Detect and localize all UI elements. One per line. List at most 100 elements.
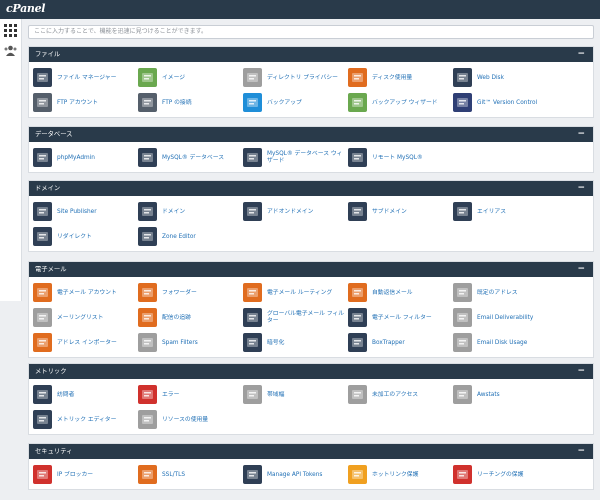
tool-label: アドレス インポーター (57, 339, 117, 346)
email-routing-icon (243, 283, 262, 302)
collapse-icon[interactable]: − (577, 364, 585, 379)
tool-link[interactable]: Git™ Version Control (453, 92, 557, 114)
collapse-icon[interactable]: − (577, 127, 585, 142)
tool-link[interactable]: ドメイン (138, 201, 242, 223)
tool-link[interactable]: phpMyAdmin (33, 147, 137, 169)
tool-link[interactable]: 帯域幅 (243, 384, 347, 406)
hotlink-protection-icon (348, 465, 367, 484)
metrics-editor-icon (33, 410, 52, 429)
apps-grid-icon[interactable] (4, 24, 17, 37)
tool-link[interactable]: ディスク使用量 (348, 67, 452, 89)
tool-link[interactable]: Web Disk (453, 67, 557, 89)
tool-link[interactable]: エイリアス (453, 201, 557, 223)
tool-link[interactable]: 自動返信メール (348, 282, 452, 304)
section-header[interactable]: データベース − (29, 127, 593, 142)
tool-link[interactable]: Spam Filters (138, 332, 242, 354)
tool-label: 電子メール フィルター (372, 314, 432, 321)
tool-link[interactable]: 暗号化 (243, 332, 347, 354)
tool-label: ドメイン (162, 208, 186, 215)
tool-link[interactable]: 電子メール ルーティング (243, 282, 347, 304)
search-input[interactable]: ここに入力することで、機能を迅速に見つけることができます。 (28, 25, 594, 39)
section-title: 電子メール (35, 266, 67, 273)
mysql-wizard-icon (243, 148, 262, 167)
section-header[interactable]: ドメイン − (29, 181, 593, 196)
tool-label: ディレクトリ プライバシー (267, 74, 338, 81)
tool-label: リーチングの保護 (477, 471, 524, 478)
tool-link[interactable]: アドオンドメイン (243, 201, 347, 223)
tool-link[interactable]: 既定のアドレス (453, 282, 557, 304)
section-title: ドメイン (35, 185, 61, 192)
section-title: セキュリティ (35, 448, 73, 455)
errors-icon (138, 385, 157, 404)
tool-link[interactable]: 電子メール フィルター (348, 307, 452, 329)
tool-link[interactable]: 電子メール アカウント (33, 282, 137, 304)
section-header[interactable]: セキュリティ − (29, 444, 593, 459)
file-manager-icon (33, 68, 52, 87)
tool-link[interactable]: バックアップ (243, 92, 347, 114)
tool-link[interactable]: フォワーダー (138, 282, 242, 304)
tool-label: リモート MySQL® (372, 154, 423, 161)
collapse-icon[interactable]: − (577, 444, 585, 459)
zone-editor-icon (138, 227, 157, 246)
tool-link[interactable]: ホットリンク保護 (348, 464, 452, 486)
tool-link[interactable]: リーチングの保護 (453, 464, 557, 486)
tool-link[interactable]: Email Disk Usage (453, 332, 557, 354)
section-title: ファイル (35, 51, 61, 58)
tool-link[interactable]: SSL/TLS (138, 464, 242, 486)
tool-link[interactable]: リダイレクト (33, 226, 137, 248)
collapse-icon[interactable]: − (577, 262, 585, 277)
tool-label: Spam Filters (162, 339, 198, 346)
collapse-icon[interactable]: − (577, 181, 585, 196)
api-tokens-icon (243, 465, 262, 484)
tool-link[interactable]: MySQL® データベース ウィザード (243, 147, 347, 169)
tool-label: メトリック エディター (57, 416, 117, 423)
tool-label: ディスク使用量 (372, 74, 413, 81)
phpmyadmin-icon (33, 148, 52, 167)
section-header[interactable]: 電子メール − (29, 262, 593, 277)
tool-link[interactable]: Awstats (453, 384, 557, 406)
tool-link[interactable]: Manage API Tokens (243, 464, 347, 486)
users-icon[interactable] (4, 44, 17, 57)
email-disk-usage-icon (453, 333, 472, 352)
tool-link[interactable]: サブドメイン (348, 201, 452, 223)
section-header[interactable]: ファイル − (29, 47, 593, 62)
tool-link[interactable]: アドレス インポーター (33, 332, 137, 354)
tool-link[interactable]: メーリングリスト (33, 307, 137, 329)
tool-link[interactable]: Email Deliverability (453, 307, 557, 329)
tool-link[interactable]: ファイル マネージャー (33, 67, 137, 89)
tool-link[interactable]: リモート MySQL® (348, 147, 452, 169)
tool-link[interactable]: Zone Editor (138, 226, 242, 248)
cpanel-logo[interactable]: cPanel (6, 2, 45, 15)
resource-usage-icon (138, 410, 157, 429)
domains-icon (138, 202, 157, 221)
tool-link[interactable]: BoxTrapper (348, 332, 452, 354)
tool-label: 既定のアドレス (477, 289, 518, 296)
collapse-icon[interactable]: − (577, 47, 585, 62)
tool-link[interactable]: 訪問者 (33, 384, 137, 406)
tool-link[interactable]: グローバル電子メール フィルター (243, 307, 347, 329)
tool-link[interactable]: ディレクトリ プライバシー (243, 67, 347, 89)
tool-link[interactable]: エラー (138, 384, 242, 406)
tool-link[interactable]: 配信の追跡 (138, 307, 242, 329)
tool-label: Manage API Tokens (267, 471, 323, 478)
leech-protection-icon (453, 465, 472, 484)
tool-label: MySQL® データベース ウィザード (267, 151, 343, 164)
tool-link[interactable]: Site Publisher (33, 201, 137, 223)
tool-label: Git™ Version Control (477, 99, 538, 106)
tool-link[interactable]: リソースの使用量 (138, 409, 242, 431)
tool-link[interactable]: 未加工のアクセス (348, 384, 452, 406)
tool-label: Awstats (477, 391, 500, 398)
tool-link[interactable]: FTP の接続 (138, 92, 242, 114)
boxtrapper-icon (348, 333, 367, 352)
tool-label: エイリアス (477, 208, 506, 215)
global-filters-icon (243, 308, 262, 327)
tool-link[interactable]: IP ブロッカー (33, 464, 137, 486)
tool-link[interactable]: バックアップ ウィザード (348, 92, 452, 114)
tool-label: Web Disk (477, 74, 504, 81)
tool-link[interactable]: FTP アカウント (33, 92, 137, 114)
tool-link[interactable]: イメージ (138, 67, 242, 89)
tool-link[interactable]: メトリック エディター (33, 409, 137, 431)
section-header[interactable]: メトリック − (29, 364, 593, 379)
sidebar (0, 19, 22, 301)
tool-link[interactable]: MySQL® データベース (138, 147, 242, 169)
